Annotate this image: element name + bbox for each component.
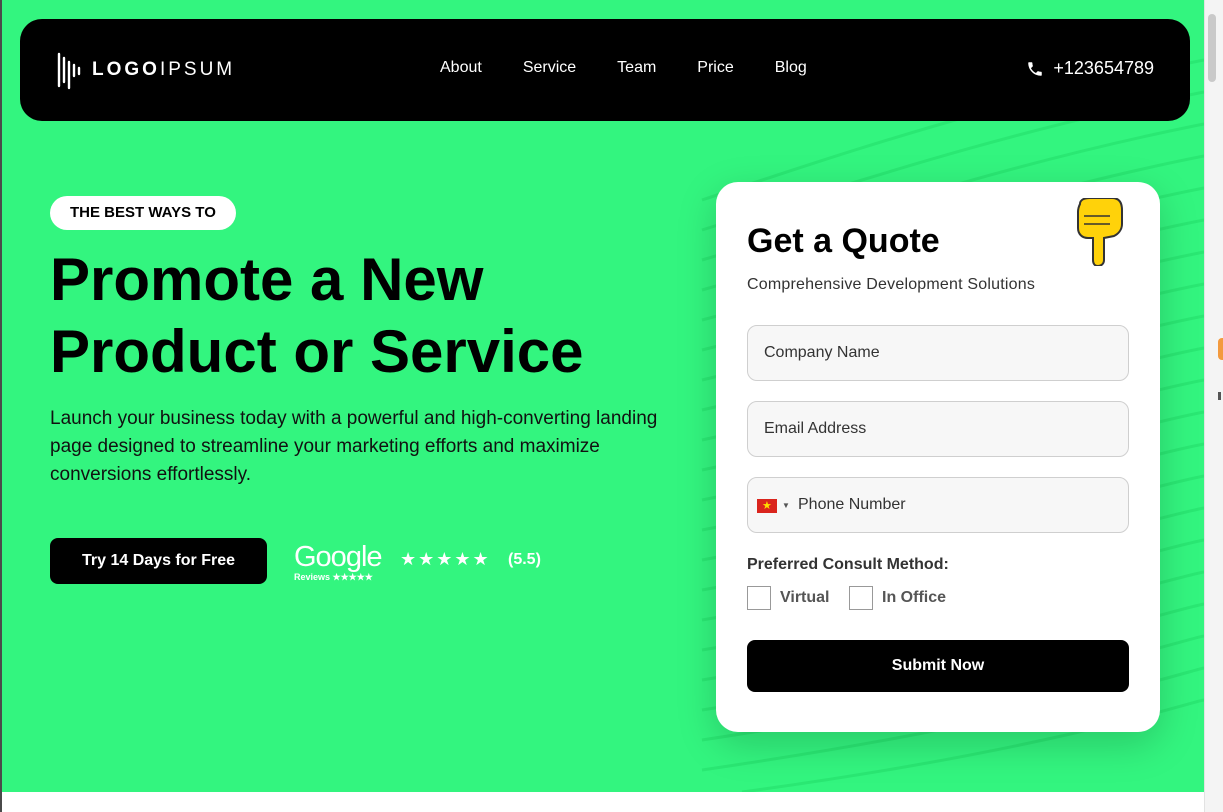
edge-widget-icon xyxy=(1218,338,1223,360)
hero-description: Launch your business today with a powerf… xyxy=(50,408,658,485)
headline-line-2: Product or Service xyxy=(50,318,584,385)
phone-link[interactable]: +123654789 xyxy=(1026,58,1154,79)
vietnam-flag-icon[interactable]: ★ xyxy=(757,499,777,513)
in-office-option[interactable]: In Office xyxy=(849,586,946,610)
rating-value: (5.5) xyxy=(508,551,541,568)
free-trial-button[interactable]: Try 14 Days for Free xyxy=(50,538,267,584)
virtual-checkbox[interactable] xyxy=(747,586,771,610)
main-nav: About Service Team Price Blog xyxy=(440,59,848,77)
rating-stars-icon: ★★★★★ xyxy=(400,549,491,569)
pointing-down-hand-icon xyxy=(1077,198,1123,266)
google-reviews-logo: Google Reviews ★★★★★ xyxy=(294,541,383,583)
browser-viewport: LOGOIPSUM About Service Team Price Blog … xyxy=(0,0,1204,812)
virtual-label: Virtual xyxy=(780,589,830,606)
top-navbar: LOGOIPSUM About Service Team Price Blog … xyxy=(20,19,1190,121)
hero-section: LOGOIPSUM About Service Team Price Blog … xyxy=(2,0,1204,792)
nav-service[interactable]: Service xyxy=(523,59,576,77)
consult-method-label: Preferred Consult Method: xyxy=(747,556,949,573)
in-office-label: In Office xyxy=(882,589,947,606)
quote-subtitle: Comprehensive Development Solutions xyxy=(747,276,1036,293)
virtual-option[interactable]: Virtual xyxy=(747,586,830,610)
in-office-checkbox[interactable] xyxy=(849,586,873,610)
vertical-scrollbar[interactable] xyxy=(1204,0,1223,812)
logo-mark-icon xyxy=(57,52,81,90)
quote-form-card: Get a Quote Comprehensive Development So… xyxy=(716,182,1160,732)
headline-line-1: Promote a New xyxy=(50,246,484,313)
logo[interactable]: LOGOIPSUM xyxy=(56,50,235,90)
phone-number-input[interactable] xyxy=(798,478,1118,532)
nav-price[interactable]: Price xyxy=(697,59,733,77)
phone-number-field: ★ ▼ xyxy=(747,477,1129,533)
hero-headline: Promote a New Product or Service xyxy=(50,244,690,388)
nav-team[interactable]: Team xyxy=(617,59,656,77)
edge-marker xyxy=(1218,392,1221,400)
chevron-down-icon[interactable]: ▼ xyxy=(782,499,790,513)
submit-button[interactable]: Submit Now xyxy=(747,640,1129,692)
nav-about[interactable]: About xyxy=(440,59,482,77)
email-address-input[interactable] xyxy=(747,401,1129,457)
phone-number: +123654789 xyxy=(1053,58,1154,78)
quote-title: Get a Quote xyxy=(747,222,940,260)
logo-text: LOGOIPSUM xyxy=(92,59,236,80)
google-reviews-label: Reviews ★★★★★ xyxy=(294,572,373,582)
nav-blog[interactable]: Blog xyxy=(775,59,807,77)
google-wordmark: Google xyxy=(294,541,383,573)
company-name-input[interactable] xyxy=(747,325,1129,381)
eyebrow-badge: THE BEST WAYS TO xyxy=(50,196,236,230)
scrollbar-thumb[interactable] xyxy=(1208,14,1216,82)
phone-icon xyxy=(1028,61,1043,76)
